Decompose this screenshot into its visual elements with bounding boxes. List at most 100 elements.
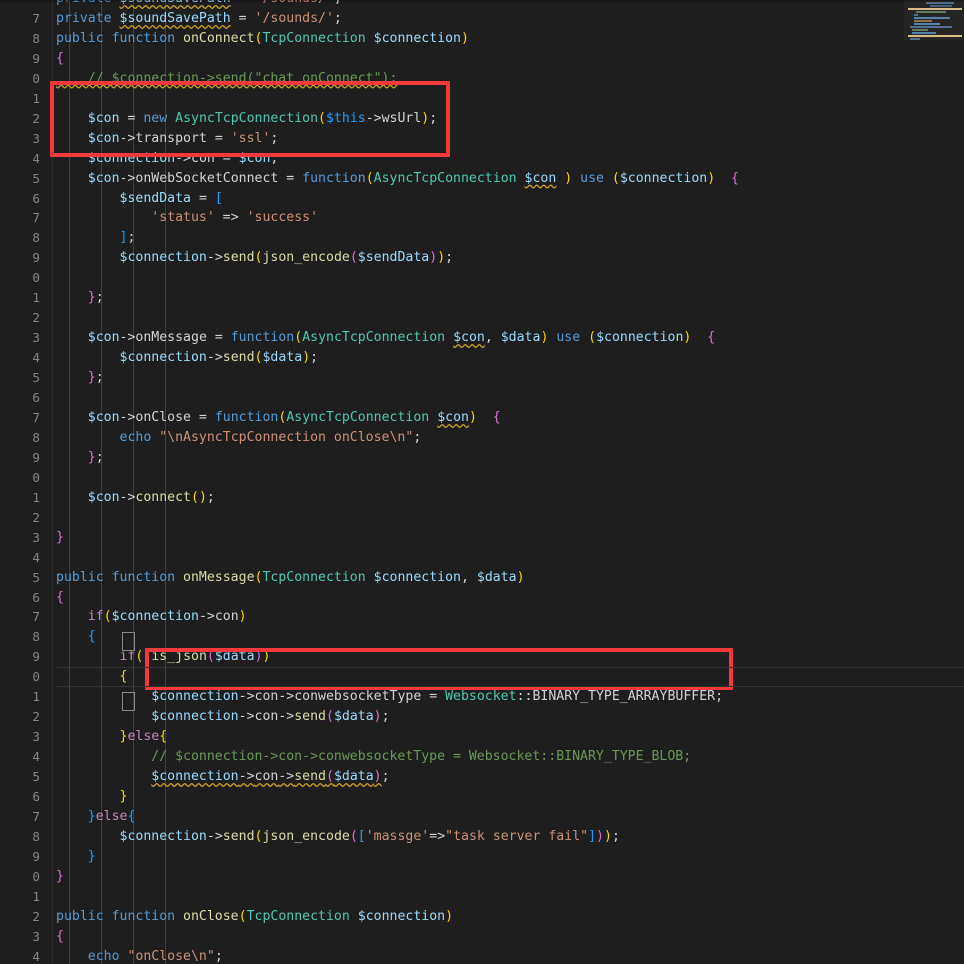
code-line[interactable]: 2 xyxy=(0,308,964,328)
code-line[interactable]: 0 { xyxy=(0,667,964,687)
line-code[interactable]: $con->onClose = function(AsyncTcpConnect… xyxy=(56,408,501,428)
code-line[interactable]: 3} xyxy=(0,528,964,548)
code-line[interactable]: 3{ xyxy=(0,927,964,947)
code-line[interactable]: 1 xyxy=(0,887,964,907)
line-code[interactable]: { xyxy=(56,627,96,647)
line-code[interactable]: 'status' => 'success' xyxy=(56,208,318,228)
line-code[interactable]: } xyxy=(56,787,128,807)
code-line[interactable]: 9 }; xyxy=(0,448,964,468)
code-editor[interactable]: private $soundSavePath = '/sounds/'; 7 pri… xyxy=(0,0,964,964)
code-line[interactable]: 0 xyxy=(0,268,964,288)
code-content[interactable]: private $soundSavePath = '/sounds/'; 7 pri… xyxy=(0,0,964,964)
line-code[interactable]: $con->onMessage = function(AsyncTcpConne… xyxy=(56,328,715,348)
code-line[interactable]: 7 private $soundSavePath = '/sounds/'; xyxy=(0,9,964,29)
code-line[interactable]: 6 $sendData = [ xyxy=(0,189,964,209)
line-code[interactable]: }else{ xyxy=(56,807,136,827)
code-line[interactable]: 7 'status' => 'success' xyxy=(0,208,964,228)
line-code[interactable]: $con = new AsyncTcpConnection($this->wsU… xyxy=(56,109,437,129)
code-line[interactable]: 5 $connection->con->send($data); xyxy=(0,767,964,787)
line-code[interactable]: public function onConnect(TcpConnection … xyxy=(56,29,469,49)
code-line[interactable]: 7 $con->onClose = function(AsyncTcpConne… xyxy=(0,408,964,428)
code-line[interactable]: 2 public function onClose(TcpConnection $… xyxy=(0,907,964,927)
line-code[interactable]: $connection->send($data); xyxy=(56,348,319,368)
code-line[interactable]: 3 }else{ xyxy=(0,727,964,747)
code-line[interactable]: 6 xyxy=(0,388,964,408)
code-line[interactable]: 5 $con->onWebSocketConnect = function(As… xyxy=(0,169,964,189)
line-code[interactable]: } xyxy=(56,867,64,887)
code-line[interactable]: 2 $con = new AsyncTcpConnection($this->w… xyxy=(0,109,964,129)
minimap-slider[interactable] xyxy=(904,0,964,40)
code-line[interactable]: private $soundSavePath = '/sounds/'; xyxy=(0,0,964,9)
line-code[interactable]: // $connection->send("chat_onConnect"); xyxy=(56,69,398,89)
line-code[interactable]: // $connection->con->conwebsocketType = … xyxy=(56,747,691,767)
code-line[interactable]: 7 }else{ xyxy=(0,807,964,827)
line-code[interactable]: }; xyxy=(56,288,104,308)
code-line[interactable]: 2 $connection->con->send($data); xyxy=(0,707,964,727)
code-token: ; xyxy=(310,350,319,366)
line-code[interactable]: { xyxy=(56,49,64,69)
line-code[interactable]: $connection->con->send($data); xyxy=(56,707,389,727)
line-code[interactable]: }else{ xyxy=(56,727,168,747)
line-code[interactable]: private $soundSavePath = '/sounds/'; xyxy=(56,0,342,9)
code-line[interactable]: 1 $connection->con->conwebsocketType = W… xyxy=(0,687,964,707)
line-code[interactable]: $sendData = [ xyxy=(56,189,223,209)
code-token: con xyxy=(254,709,279,725)
code-line[interactable]: 4 $connection->con = $con; xyxy=(0,149,964,169)
line-code[interactable]: { xyxy=(56,667,128,687)
code-line[interactable]: 6{ xyxy=(0,588,964,608)
line-code[interactable]: if($connection->con) xyxy=(56,607,247,627)
code-line[interactable]: 5 }; xyxy=(0,368,964,388)
line-code[interactable]: $connection->send(json_encode(['massge'=… xyxy=(56,827,620,847)
line-code[interactable]: echo "onClose\n"; xyxy=(56,947,223,964)
code-token: = xyxy=(191,190,215,206)
code-line[interactable]: 2 xyxy=(0,508,964,528)
code-line[interactable]: 9{ xyxy=(0,49,964,69)
code-line[interactable]: 7 if($connection->con) xyxy=(0,607,964,627)
line-code[interactable]: if(!is_json($data)) xyxy=(56,647,271,667)
line-code[interactable]: echo "\nAsyncTcpConnection onClose\n"; xyxy=(56,428,422,448)
line-code[interactable]: public function onMessage(TcpConnection … xyxy=(56,568,525,588)
code-line[interactable]: 1 $con->connect(); xyxy=(0,488,964,508)
code-token: $connection xyxy=(111,609,199,625)
code-line[interactable]: 8 public function onConnect(TcpConnection… xyxy=(0,29,964,49)
code-line[interactable]: 9 if(!is_json($data)) xyxy=(0,647,964,667)
code-line[interactable]: 0 xyxy=(0,468,964,488)
line-code[interactable]: }; xyxy=(56,448,104,468)
code-line[interactable]: 4 xyxy=(0,548,964,568)
line-code[interactable]: public function onClose(TcpConnection $c… xyxy=(56,907,453,927)
code-line[interactable]: 4 // $connection->con->conwebsocketType … xyxy=(0,747,964,767)
line-code[interactable]: ]; xyxy=(56,228,136,248)
code-line[interactable]: 3 $con->onMessage = function(AsyncTcpCon… xyxy=(0,328,964,348)
code-line[interactable]: 1 xyxy=(0,89,964,109)
code-line[interactable]: 9 } xyxy=(0,847,964,867)
line-code[interactable]: $connection->send(json_encode($sendData)… xyxy=(56,248,454,268)
code-line[interactable]: 8 echo "\nAsyncTcpConnection onClose\n"; xyxy=(0,428,964,448)
line-code[interactable]: private $soundSavePath = '/sounds/'; xyxy=(56,9,342,29)
code-line[interactable]: 9 $connection->send(json_encode($sendDat… xyxy=(0,248,964,268)
code-line[interactable]: 3 $con->transport = 'ssl'; xyxy=(0,129,964,149)
code-line[interactable]: 8 { xyxy=(0,627,964,647)
line-code[interactable]: } xyxy=(56,528,64,548)
line-code[interactable]: { xyxy=(56,927,64,947)
line-code[interactable]: $connection->con->conwebsocketType = Web… xyxy=(56,687,723,707)
code-line[interactable]: 5 public function onMessage(TcpConnection… xyxy=(0,568,964,588)
minimap[interactable] xyxy=(904,0,964,40)
code-line[interactable]: 0} xyxy=(0,867,964,887)
code-line[interactable]: 6 } xyxy=(0,787,964,807)
code-line[interactable]: 8 $connection->send(json_encode(['massge… xyxy=(0,827,964,847)
code-line[interactable]: 4 echo "onClose\n"; xyxy=(0,947,964,964)
code-line[interactable]: 0 // $connection->send("chat_onConnect")… xyxy=(0,69,964,89)
code-token: 'massge' xyxy=(365,828,430,844)
code-line[interactable]: 4 $connection->send($data); xyxy=(0,348,964,368)
line-code[interactable]: $connection->con = $con; xyxy=(56,149,279,169)
line-code[interactable]: $con->onWebSocketConnect = function(Asyn… xyxy=(56,169,739,189)
code-line[interactable]: 1 }; xyxy=(0,288,964,308)
line-code[interactable]: $con->transport = 'ssl'; xyxy=(56,129,279,149)
line-code[interactable]: $con->connect(); xyxy=(56,488,215,508)
line-code[interactable]: } xyxy=(56,847,96,867)
code-line[interactable]: 8 ]; xyxy=(0,228,964,248)
line-code[interactable]: }; xyxy=(56,368,104,388)
line-code[interactable]: { xyxy=(56,588,64,608)
line-code[interactable]: $connection->con->send($data); xyxy=(56,767,389,787)
